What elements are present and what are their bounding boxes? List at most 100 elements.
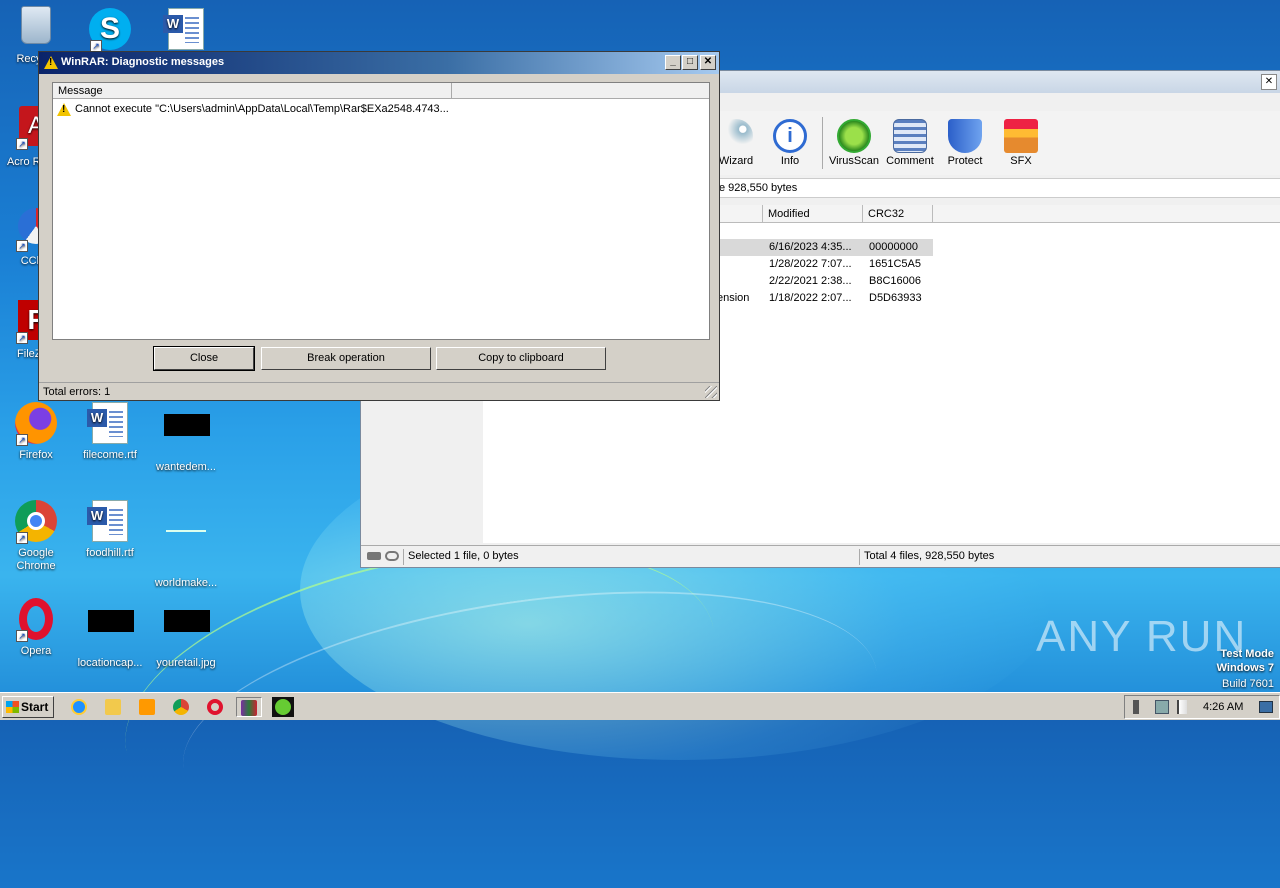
message-list[interactable]: Message Cannot execute "C:\Users\admin\A… xyxy=(52,82,710,340)
file-crc: B8C16006 xyxy=(869,275,921,287)
minimize-button[interactable]: _ xyxy=(665,55,681,70)
action-center-flag-icon[interactable] xyxy=(1177,700,1187,714)
redacted-thumbnail-icon xyxy=(164,414,210,458)
toolbar-button-info[interactable]: i Info xyxy=(761,119,819,167)
desktop-icon-firefox[interactable]: ↗ Firefox xyxy=(0,402,72,462)
desktop-icon-google-chrome[interactable]: ↗ Google Chrome xyxy=(0,500,72,573)
desktop-icon-label: Firefox xyxy=(19,449,53,461)
toolbar-separator xyxy=(822,117,823,169)
volume-icon[interactable] xyxy=(1133,700,1147,714)
wizard-icon xyxy=(719,119,753,153)
shortcut-arrow-icon: ↗ xyxy=(16,138,28,150)
firefox-icon: ↗ xyxy=(14,402,58,446)
opera-icon: ↗ xyxy=(14,598,58,642)
toolbar-label: VirusScan xyxy=(829,155,879,167)
status-total: Total 4 files, 928,550 bytes xyxy=(859,549,1279,565)
close-button[interactable]: Close xyxy=(153,346,255,371)
status-selected: Selected 1 file, 0 bytes xyxy=(403,549,859,565)
message-text: Cannot execute "C:\Users\admin\AppData\L… xyxy=(75,103,449,115)
word-document-icon: W xyxy=(163,8,208,52)
toolbar-button-comment[interactable]: Comment xyxy=(881,119,939,167)
file-modified: 1/18/2022 2:07... xyxy=(769,292,852,304)
toolbar-button-sfx[interactable]: SFX xyxy=(992,119,1050,167)
taskbar-virusscan[interactable] xyxy=(272,697,294,717)
file-crc: D5D63933 xyxy=(869,292,922,304)
redacted-thumbnail-icon xyxy=(88,610,134,654)
toolbar-label: Protect xyxy=(947,155,983,167)
taskbar-winrar[interactable] xyxy=(236,697,262,717)
key-icon xyxy=(385,551,399,561)
desktop-icon-foodhill-rtf[interactable]: W foodhill.rtf xyxy=(74,500,146,560)
desktop-icon-skype[interactable]: S ↗ xyxy=(74,8,146,55)
folder-icon xyxy=(105,699,121,715)
virusscan-icon xyxy=(275,699,291,715)
taskbar-opera[interactable] xyxy=(204,697,226,717)
show-desktop-icon[interactable] xyxy=(1259,701,1273,713)
opera-icon xyxy=(207,699,223,715)
dialog-title: WinRAR: Diagnostic messages xyxy=(61,56,225,68)
chrome-icon: ↗ xyxy=(14,500,58,544)
total-errors: Total errors: 1 xyxy=(43,386,111,398)
windows-logo-icon xyxy=(6,701,19,713)
blank-file-icon xyxy=(164,530,208,574)
desktop-icon-label: filecome.rtf xyxy=(83,449,137,461)
column-message[interactable]: Message xyxy=(53,83,452,99)
anyrun-watermark: ANY RUN xyxy=(1036,612,1248,661)
file-crc: 1651C5A5 xyxy=(869,258,921,270)
toolbar-button-protect[interactable]: Protect xyxy=(936,119,994,167)
info-icon: i xyxy=(773,119,807,153)
skype-icon: S ↗ xyxy=(88,8,132,52)
column-modified[interactable]: Modified xyxy=(763,205,863,223)
desktop-icon-label: foodhill.rtf xyxy=(86,547,134,559)
desktop-icon-youretail-jpg[interactable]: youretail.jpg xyxy=(150,598,222,670)
column-crc32[interactable]: CRC32 xyxy=(863,205,933,223)
copy-to-clipboard-button[interactable]: Copy to clipboard xyxy=(436,347,606,370)
chrome-icon xyxy=(173,699,189,715)
test-mode-label: Test Mode xyxy=(1220,648,1274,660)
build-label: Build 7601 xyxy=(1222,678,1274,690)
winrar-status-bar: Selected 1 file, 0 bytes Total 4 files, … xyxy=(361,545,1280,567)
shortcut-arrow-icon: ↗ xyxy=(16,332,28,344)
winrar-icon xyxy=(241,700,257,716)
desktop-icon-filecome-rtf[interactable]: W filecome.rtf xyxy=(74,402,146,462)
desktop-icon-wantedem[interactable]: wantedem... xyxy=(150,402,222,474)
desktop-icon-label: locationcap... xyxy=(77,657,143,669)
taskbar-media-player[interactable] xyxy=(136,697,158,717)
dialog-titlebar[interactable]: WinRAR: Diagnostic messages _ □ ✕ xyxy=(39,52,719,74)
start-button[interactable]: Start xyxy=(2,696,54,718)
maximize-button[interactable]: □ xyxy=(682,55,698,70)
toolbar-button-virusscan[interactable]: VirusScan xyxy=(825,119,883,167)
desktop-icon-word-document[interactable]: W xyxy=(150,8,222,55)
warning-icon xyxy=(44,56,58,69)
system-tray: 4:26 AM xyxy=(1124,695,1280,719)
close-icon[interactable]: ✕ xyxy=(1261,74,1277,90)
diagnostic-dialog[interactable]: WinRAR: Diagnostic messages _ □ ✕ Messag… xyxy=(38,51,720,401)
network-icon[interactable] xyxy=(1155,700,1169,714)
ie-icon xyxy=(71,699,87,715)
toolbar-label: Comment xyxy=(886,155,934,167)
clock[interactable]: 4:26 AM xyxy=(1203,701,1243,713)
taskbar: Start 4:26 AM xyxy=(0,692,1280,720)
shortcut-arrow-icon: ↗ xyxy=(16,240,28,252)
break-operation-button[interactable]: Break operation xyxy=(261,347,431,370)
shortcut-arrow-icon: ↗ xyxy=(16,532,28,544)
resize-grip[interactable] xyxy=(705,386,717,398)
shortcut-arrow-icon: ↗ xyxy=(16,630,28,642)
taskbar-explorer[interactable] xyxy=(102,697,124,717)
desktop-icon-label: youretail.jpg xyxy=(156,657,216,669)
file-modified: 2/22/2021 2:38... xyxy=(769,275,852,287)
shortcut-arrow-icon: ↗ xyxy=(16,434,28,446)
desktop-icon-worldmake[interactable]: worldmake... xyxy=(150,500,222,590)
recycle-bin-icon xyxy=(14,6,58,50)
os-label: Windows 7 xyxy=(1216,662,1274,674)
drive-icon xyxy=(367,552,381,560)
close-button[interactable]: ✕ xyxy=(700,55,716,70)
toolbar-label: Info xyxy=(780,155,800,167)
desktop-icon-locationcap[interactable]: locationcap... xyxy=(74,598,146,670)
virusscan-icon xyxy=(837,119,871,153)
taskbar-ie[interactable] xyxy=(68,697,90,717)
desktop-icon-opera[interactable]: ↗ Opera xyxy=(0,598,72,658)
taskbar-chrome[interactable] xyxy=(170,697,192,717)
word-document-icon: W xyxy=(87,500,132,544)
dialog-status-bar: Total errors: 1 xyxy=(39,382,719,400)
